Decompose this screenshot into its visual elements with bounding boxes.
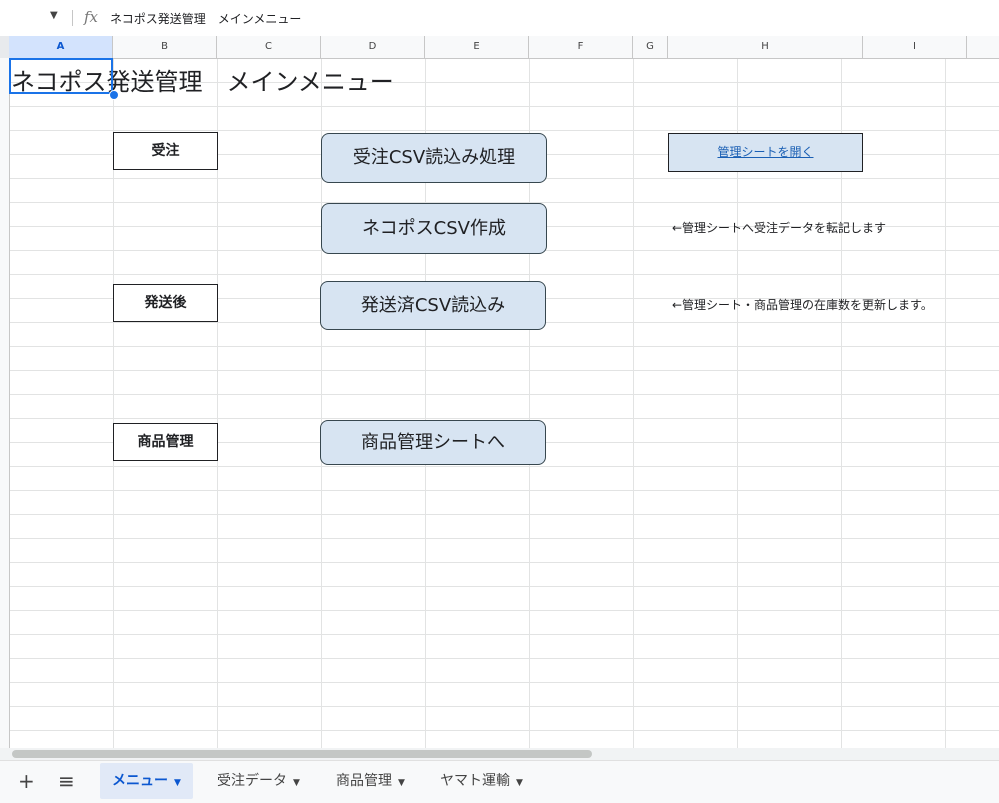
column-header-d[interactable]: D [321, 36, 425, 58]
caret-down-icon: ▼ [516, 778, 523, 788]
caret-down-icon: ▼ [293, 778, 300, 788]
label-after-ship: 発送後 [113, 284, 218, 322]
shipped-csv-import-button[interactable]: 発送済CSV読込み [320, 281, 546, 330]
row-headers [0, 58, 10, 756]
tab-yamato-label: ヤマト運輸 [440, 773, 510, 789]
formula-input[interactable]: ネコポス発送管理 メインメニュー [110, 10, 301, 27]
tab-order-data[interactable]: 受注データ ▼ [205, 763, 312, 799]
column-header-f[interactable]: F [529, 36, 633, 58]
caret-down-icon: ▼ [174, 778, 181, 788]
open-management-sheet-link[interactable]: 管理シートを開く [668, 133, 863, 172]
column-header-h[interactable]: H [668, 36, 863, 58]
sheet-tab-bar: + ≡ メニュー ▼ 受注データ ▼ 商品管理 ▼ ヤマト運輸 ▼ [0, 760, 999, 803]
label-order: 受注 [113, 132, 218, 170]
fill-handle[interactable] [109, 90, 119, 100]
column-header-i[interactable]: I [863, 36, 967, 58]
plus-icon[interactable]: + [18, 770, 35, 792]
note-nekopos: ←管理シートへ受注データを転記します [672, 221, 887, 235]
tab-menu[interactable]: メニュー ▼ [100, 763, 193, 799]
note-shipped: ←管理シート・商品管理の在庫数を更新します。 [672, 298, 933, 312]
horizontal-scroll-thumb[interactable] [12, 750, 592, 758]
caret-down-icon[interactable]: ▼ [50, 10, 58, 21]
order-csv-import-button[interactable]: 受注CSV読込み処理 [321, 133, 547, 183]
column-headers: A B C D E F G H I [0, 36, 999, 59]
column-header-e[interactable]: E [425, 36, 529, 58]
cell-selection [9, 58, 113, 94]
formula-bar-divider [72, 10, 73, 26]
column-header-c[interactable]: C [217, 36, 321, 58]
spreadsheet-grid[interactable]: A B C D E F G H I ネコポス発送管理 メインメニュー 受注 発送… [0, 36, 999, 756]
column-header-g[interactable]: G [633, 36, 668, 58]
tab-product-management[interactable]: 商品管理 ▼ [324, 763, 417, 799]
column-header-a[interactable]: A [9, 36, 113, 58]
tab-product-management-label: 商品管理 [336, 773, 392, 789]
label-product: 商品管理 [113, 423, 218, 461]
formula-bar: ▼ fx ネコポス発送管理 メインメニュー [0, 0, 999, 37]
product-sheet-button[interactable]: 商品管理シートへ [320, 420, 546, 465]
caret-down-icon: ▼ [398, 778, 405, 788]
fx-icon: fx [84, 8, 99, 26]
nekopos-csv-create-button[interactable]: ネコポスCSV作成 [321, 203, 547, 254]
tab-order-data-label: 受注データ [217, 773, 287, 789]
column-header-b[interactable]: B [113, 36, 217, 58]
tab-menu-label: メニュー [112, 773, 168, 789]
tab-yamato[interactable]: ヤマト運輸 ▼ [428, 763, 535, 799]
hamburger-icon[interactable]: ≡ [58, 770, 75, 792]
